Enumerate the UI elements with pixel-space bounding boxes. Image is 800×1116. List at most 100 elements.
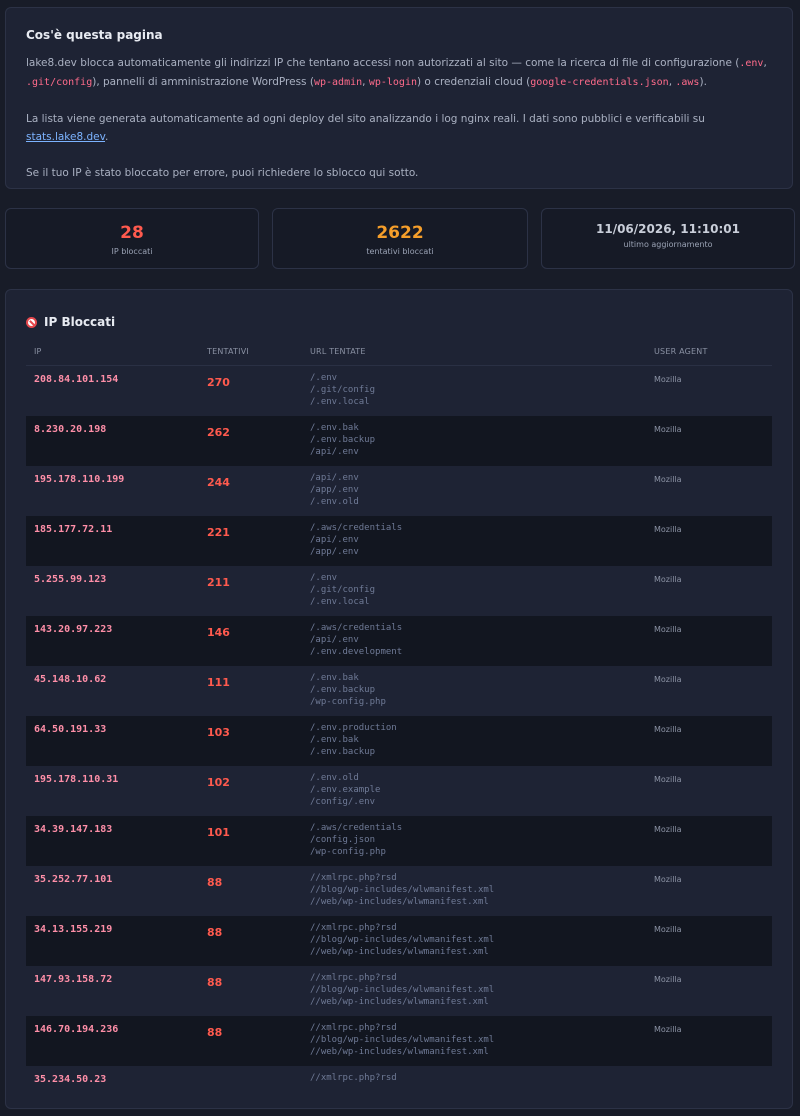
url-line: /.aws/credentials	[310, 823, 403, 833]
urls-cell: /.env.bak /.env.backup/wp-config.php	[310, 666, 654, 708]
url-line: /.env.old	[310, 773, 359, 783]
info-text: .	[105, 131, 109, 143]
url-line: /.env.local	[310, 597, 370, 607]
code-env: .env	[739, 58, 764, 69]
info-text: lake8.dev blocca automaticamente gli ind…	[26, 57, 740, 69]
attempts-cell: 211	[207, 576, 230, 589]
header-ip: IP	[34, 346, 42, 356]
url-line: //blog/wp-includes/wlwmanifest.xml	[310, 985, 495, 995]
attempts-cell: 102	[207, 776, 230, 789]
table-row: 8.230.20.198 262 /.env.bak /.env.backup/api…	[26, 416, 772, 466]
user-agent-cell: Mozilla	[654, 875, 682, 884]
table-row: 185.177.72.11 221 /.aws/credentials/api/.e…	[26, 516, 772, 566]
url-line	[310, 1096, 654, 1108]
section-header: IP Bloccati	[26, 312, 772, 332]
stat-blocked-ips: 28 IP bloccati	[5, 208, 259, 269]
info-text: ).	[699, 76, 707, 88]
urls-cell: /.env.production /.env.bak /.env.backup	[310, 716, 654, 758]
url-line: /.git/config	[310, 585, 376, 595]
attempts-cell: 111	[207, 676, 230, 689]
stat-label: IP bloccati	[111, 247, 153, 256]
code-google-credentials: google-credentials.json	[530, 77, 669, 88]
url-line: //xmlrpc.php?rsd	[310, 873, 397, 883]
ip-cell: 45.148.10.62	[34, 674, 107, 685]
attempts-cell: 101	[207, 826, 230, 839]
urls-cell: //xmlrpc.php?rsd //blog/wp-includes/wlwma…	[310, 966, 654, 1008]
table-row: 143.20.97.223 146 /.aws/credentials/api/.e…	[26, 616, 772, 666]
ip-cell: 5.255.99.123	[34, 574, 107, 585]
url-line: /.env.backup	[310, 435, 376, 445]
user-agent-cell: Mozilla	[654, 925, 682, 934]
ip-cell: 64.50.191.33	[34, 724, 107, 735]
url-line: //web/wp-includes/wlwmanifest.xml	[310, 997, 489, 1007]
code-git-config: .git/config	[26, 77, 93, 88]
user-agent-cell: Mozilla	[654, 725, 682, 734]
user-agent-cell: Mozilla	[654, 775, 682, 784]
no-entry-icon	[26, 316, 37, 328]
table-row: 146.70.194.236 88 //xmlrpc.php?rsd //blog/w…	[26, 1016, 772, 1066]
user-agent-cell: Mozilla	[654, 825, 682, 834]
urls-cell: //xmlrpc.php?rsd //blog/wp-includes/wlwma…	[310, 866, 654, 908]
url-line: /.env	[310, 373, 338, 383]
section-title: IP Bloccati	[44, 315, 116, 329]
info-title: Cos'è questa pagina	[26, 28, 163, 42]
table-row: 35.252.77.101 88 //xmlrpc.php?rsd //blog/wp…	[26, 866, 772, 916]
user-agent-cell	[654, 1066, 772, 1075]
attempts-cell	[207, 1066, 310, 1076]
table-row: 147.93.158.72 88 //xmlrpc.php?rsd //blog/wp…	[26, 966, 772, 1016]
table-header: IP TENTATIVI URL TENTATE USER AGENT	[26, 337, 772, 366]
blocked-ips-card: IP Bloccati IP TENTATIVI URL TENTATE USE…	[5, 289, 793, 1109]
user-agent-cell: Mozilla	[654, 475, 682, 484]
user-agent-cell: Mozilla	[654, 1025, 682, 1034]
url-line: //xmlrpc.php?rsd	[310, 973, 397, 983]
ip-cell: 35.234.50.23	[34, 1074, 107, 1085]
urls-cell: /.aws/credentials/config.json/wp-config.…	[310, 816, 654, 858]
url-line: /wp-config.php	[310, 697, 386, 707]
code-wp-login: wp-login	[368, 77, 417, 88]
table-row: 195.178.110.199 244/api/.env/app/.env /.en…	[26, 466, 772, 516]
table-row: 45.148.10.62 111 /.env.bak /.env.backup/wp-…	[26, 666, 772, 716]
code-wp-admin: wp-admin	[313, 77, 363, 88]
user-agent-cell: Mozilla	[654, 375, 682, 384]
ip-cell: 195.178.110.31	[34, 774, 119, 785]
url-line: /app/.env	[310, 485, 359, 495]
user-agent-cell: Mozilla	[654, 675, 682, 684]
url-line: /config.json	[310, 835, 376, 845]
url-line: /.env.bak	[310, 423, 359, 433]
table-row: 64.50.191.33 103 /.env.production /.env.bak…	[26, 716, 772, 766]
attempts-cell: 88	[207, 1026, 223, 1039]
urls-cell: /.env.bak /.env.backup/api/.env	[310, 416, 654, 458]
attempts-cell: 146	[207, 626, 230, 639]
info-paragraph-1: lake8.dev blocca automaticamente gli ind…	[26, 54, 772, 92]
info-text: La lista viene generata automaticamente …	[26, 113, 705, 125]
url-line: /api/.env	[310, 473, 359, 483]
ip-cell: 147.93.158.72	[34, 974, 113, 985]
ip-cell: 185.177.72.11	[34, 524, 113, 535]
user-agent-cell: Mozilla	[654, 625, 682, 634]
ip-cell: 8.230.20.198	[34, 424, 107, 435]
url-line: //xmlrpc.php?rsd	[310, 923, 397, 933]
ip-cell: 146.70.194.236	[34, 1024, 119, 1035]
info-paragraph-3: Se il tuo IP è stato bloccato per errore…	[26, 167, 419, 179]
stat-value: 2622	[376, 223, 424, 243]
url-line: /config/.env	[310, 797, 376, 807]
table-row: 208.84.101.154 270 /.env /.git/config /.env.…	[26, 366, 772, 416]
url-line: /.env.development	[310, 647, 403, 657]
url-line: //web/wp-includes/wlwmanifest.xml	[310, 897, 489, 907]
ip-cell: 208.84.101.154	[34, 374, 119, 385]
url-line: /api/.env	[310, 447, 359, 457]
attempts-cell: 262	[207, 426, 230, 439]
user-agent-cell: Mozilla	[654, 975, 682, 984]
table-row: 34.39.147.183 101 /.aws/credentials/config…	[26, 816, 772, 866]
stats-link[interactable]: stats.lake8.dev	[26, 131, 105, 143]
info-text: ,	[362, 76, 369, 88]
url-line: //web/wp-includes/wlwmanifest.xml	[310, 947, 489, 957]
urls-cell: //xmlrpc.php?rsd	[310, 1066, 654, 1108]
attempts-cell: 88	[207, 926, 223, 939]
table-row: 195.178.110.31 102/.env.old/.env.example /…	[26, 766, 772, 816]
url-line: /app/.env	[310, 547, 359, 557]
user-agent-cell: Mozilla	[654, 525, 682, 534]
stat-blocked-attempts: 2622 tentativi bloccati	[272, 208, 528, 269]
stat-value: 11/06/2026, 11:10:01	[596, 222, 740, 236]
info-card: Cos'è questa pagina lake8.dev blocca aut…	[5, 7, 793, 189]
